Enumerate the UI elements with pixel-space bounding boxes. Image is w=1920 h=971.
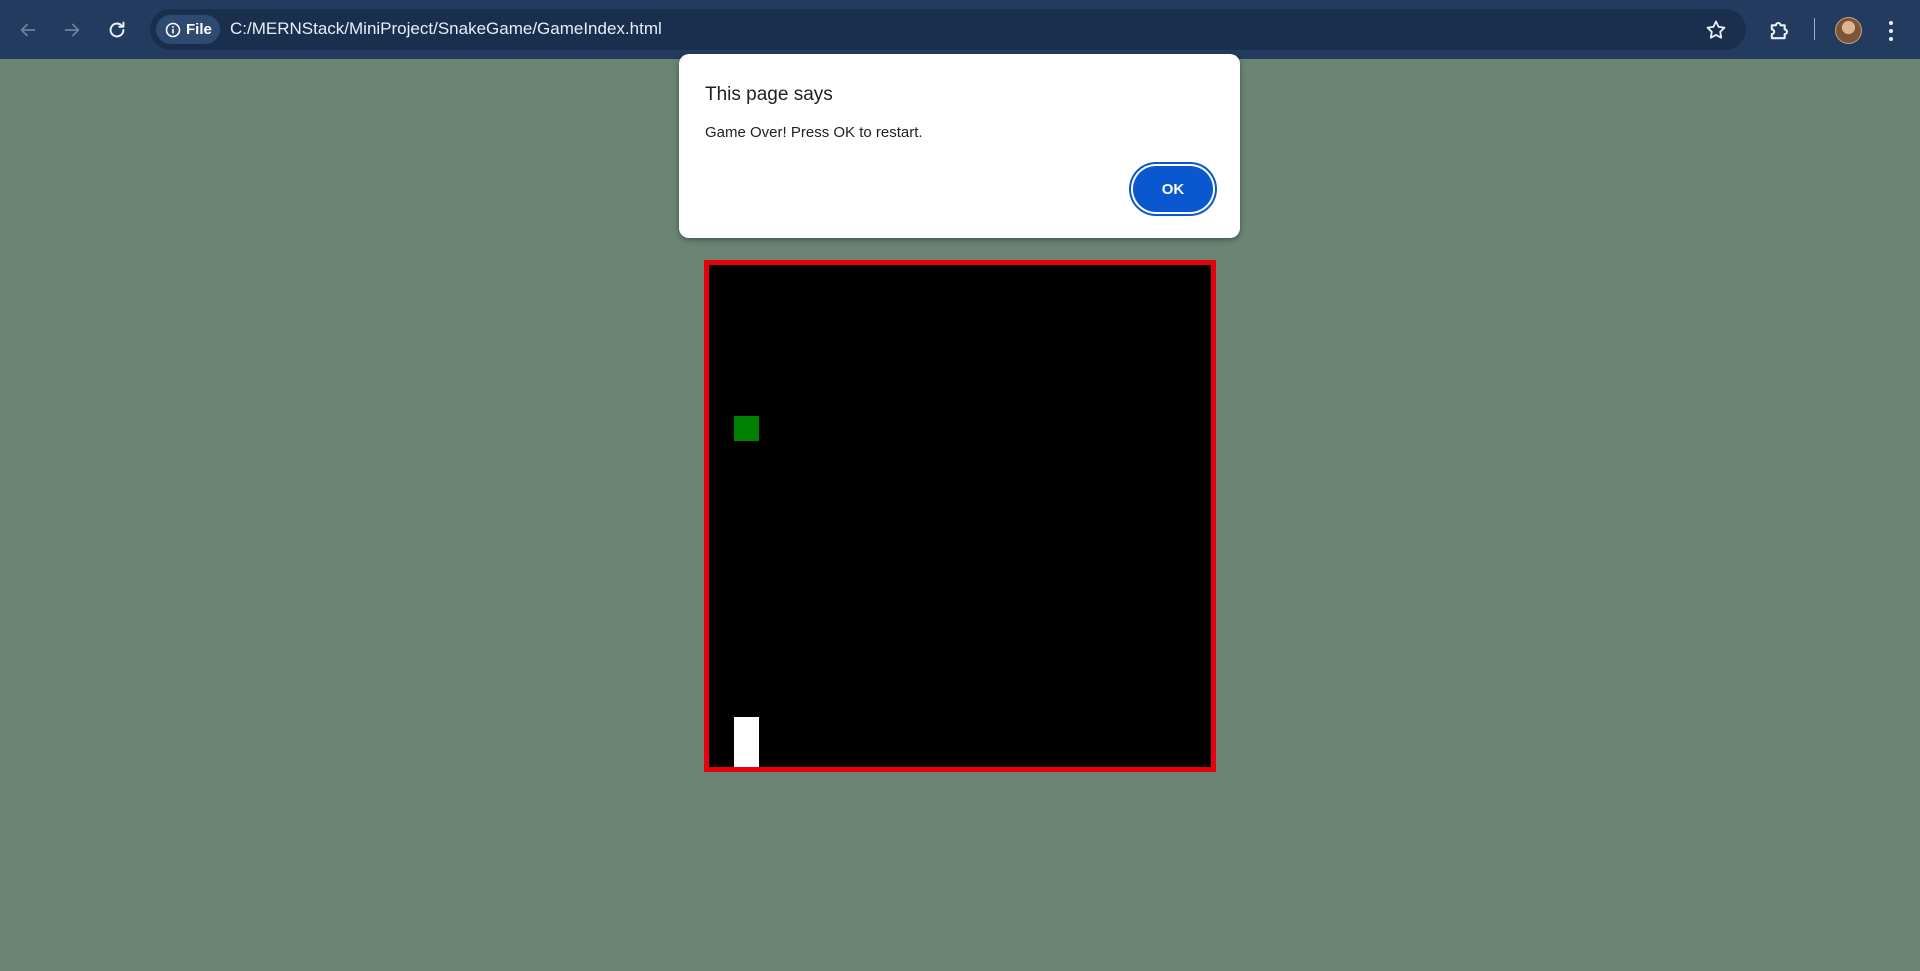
- address-bar[interactable]: File C:/MERNStack/MiniProject/SnakeGame/…: [150, 9, 1746, 50]
- bookmark-star-icon[interactable]: [1704, 18, 1728, 42]
- reload-icon: [109, 21, 125, 38]
- extensions-puzzle-icon[interactable]: [1766, 16, 1794, 44]
- arrow-left-icon: [20, 23, 36, 37]
- url-text[interactable]: C:/MERNStack/MiniProject/SnakeGame/GameI…: [230, 19, 662, 39]
- food-block: [734, 415, 760, 441]
- snake-segment: [734, 741, 760, 767]
- site-info-chip[interactable]: File: [156, 15, 220, 44]
- snake-segment: [734, 716, 760, 742]
- back-button[interactable]: [12, 14, 44, 46]
- alert-dialog: This page says Game Over! Press OK to re…: [679, 54, 1240, 238]
- profile-avatar[interactable]: [1835, 17, 1862, 44]
- game-board: [704, 260, 1216, 772]
- more-options-icon[interactable]: [1881, 18, 1901, 44]
- dialog-message: Game Over! Press OK to restart.: [705, 124, 923, 141]
- site-info-label: File: [186, 21, 212, 38]
- toolbar-divider: [1814, 18, 1815, 40]
- info-icon: [165, 22, 181, 37]
- forward-button[interactable]: [56, 14, 88, 46]
- arrow-right-icon: [64, 23, 80, 37]
- reload-button[interactable]: [101, 14, 133, 46]
- ok-button[interactable]: OK: [1133, 166, 1213, 212]
- dialog-title: This page says: [705, 84, 833, 105]
- browser-toolbar: File C:/MERNStack/MiniProject/SnakeGame/…: [0, 0, 1920, 59]
